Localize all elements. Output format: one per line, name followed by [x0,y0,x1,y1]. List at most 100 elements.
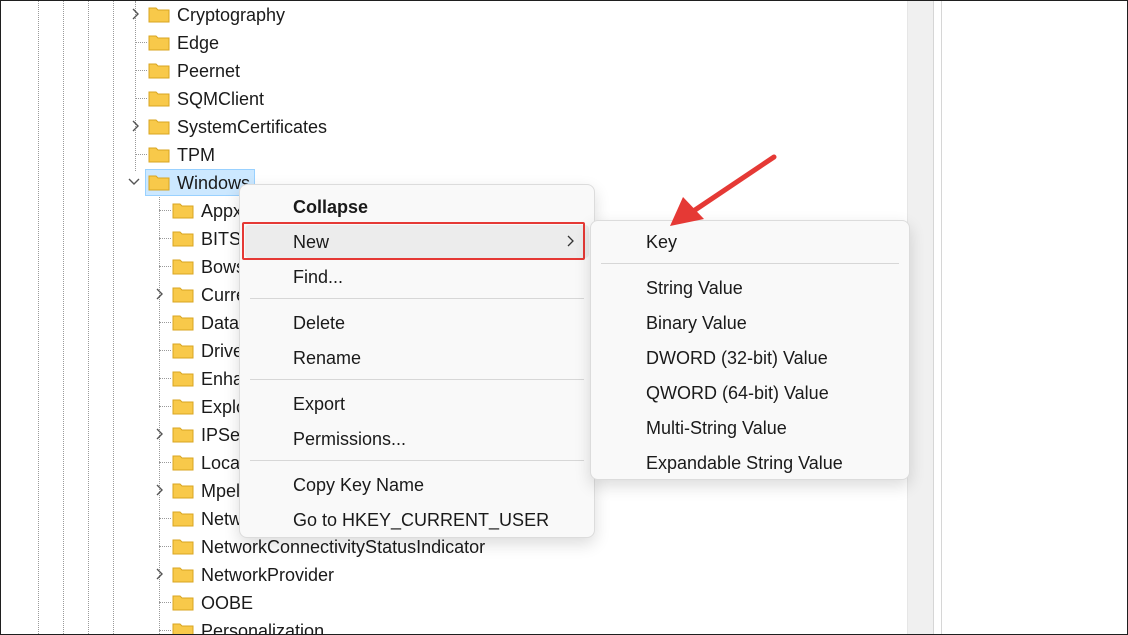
chevron-right-icon[interactable] [129,8,141,20]
tree-connector [135,42,147,43]
menu-separator [250,379,584,380]
menu-item-label: Find... [293,267,344,287]
menu-separator [250,298,584,299]
annotation-highlight-box [242,222,585,260]
menu-item-label: Multi-String Value [646,418,787,438]
menu-separator [601,263,899,264]
tree-node-label: SystemCertificates [177,117,328,137]
new-key-menu-item[interactable]: Key [596,225,904,258]
tree-guide-line [38,1,39,634]
menu-item-label: Binary Value [646,313,747,333]
pane-splitter[interactable] [933,1,942,634]
chevron-right-icon[interactable] [153,568,165,580]
menu-item-label: Copy Key Name [293,475,425,495]
folder-icon [172,594,194,611]
tree-connector [159,322,171,323]
folder-icon [148,146,170,163]
tree-guide-line [63,1,64,634]
tree-guide-line [135,1,136,171]
export-menu-item[interactable]: Export [245,387,589,420]
folder-icon [172,482,194,499]
collapse-menu-item[interactable]: Collapse [245,190,589,223]
folder-icon [172,454,194,471]
tree-connector [159,602,171,603]
menu-item-label: Key [646,232,678,252]
delete-menu-item[interactable]: Delete [245,306,589,339]
new-dword-value-menu-item[interactable]: DWORD (32-bit) Value [596,341,904,374]
tree-node-label: BITS [201,229,242,249]
folder-icon [172,538,194,555]
folder-icon [148,6,170,23]
tree-node-label: Enha [201,369,244,389]
menu-item-label: QWORD (64-bit) Value [646,383,829,403]
folder-icon [172,566,194,583]
tree-connector [135,154,147,155]
tree-guide-line [113,1,114,634]
vertical-scrollbar[interactable] [907,1,934,634]
tree-connector [159,350,171,351]
tree-connector [159,378,171,379]
folder-icon [172,286,194,303]
new-string-value-menu-item[interactable]: String Value [596,271,904,304]
folder-icon [148,62,170,79]
chevron-right-icon[interactable] [129,120,141,132]
tree-node-label: NetworkConnectivityStatusIndicator [201,537,486,557]
tree-connector [159,462,171,463]
menu-item-label: String Value [646,278,743,298]
folder-icon [148,90,170,107]
tree-node-label: NetworkProvider [201,565,335,585]
menu-item-label: Collapse [293,197,369,217]
tree-node-label: Netw [201,509,243,529]
tree-node-label: Appx [201,201,243,221]
tree-node-label: Data [201,313,240,333]
new-binary-value-menu-item[interactable]: Binary Value [596,306,904,339]
find-menu-item[interactable]: Find... [245,260,589,293]
menu-item-label: DWORD (32-bit) Value [646,348,828,368]
tree-node-label: Drive [201,341,244,361]
folder-icon [172,510,194,527]
tree-node-label: Mpel [201,481,241,501]
tree-node-label: SQMClient [177,89,265,109]
tree-connector [159,406,171,407]
values-pane [942,1,1127,634]
new-multi-string-value-menu-item[interactable]: Multi-String Value [596,411,904,444]
menu-item-label: Delete [293,313,346,333]
menu-item-label: Expandable String Value [646,453,843,473]
folder-icon [172,370,194,387]
menu-item-label: Go to HKEY_CURRENT_USER [293,510,550,530]
tree-node-label: OOBE [201,593,254,613]
tree-node-label: Personalization [201,621,325,634]
copy-key-name-menu-item[interactable]: Copy Key Name [245,468,589,501]
tree-node-label: Edge [177,33,220,53]
tree-connector [135,70,147,71]
new-submenu: Key String Value Binary Value DWORD (32-… [590,220,910,480]
folder-icon [172,230,194,247]
menu-item-label: Export [293,394,346,414]
menu-item-label: Permissions... [293,429,407,449]
menu-separator [250,460,584,461]
rename-menu-item[interactable]: Rename [245,341,589,374]
menu-item-label: Rename [293,348,362,368]
folder-icon [172,258,194,275]
permissions-menu-item[interactable]: Permissions... [245,422,589,455]
folder-icon [172,314,194,331]
new-qword-value-menu-item[interactable]: QWORD (64-bit) Value [596,376,904,409]
tree-connector [159,518,171,519]
go-to-hkcu-menu-item[interactable]: Go to HKEY_CURRENT_USER [245,503,589,536]
folder-icon [172,342,194,359]
new-expandable-string-value-menu-item[interactable]: Expandable String Value [596,446,904,479]
tree-node-label: Cryptography [177,5,286,25]
folder-icon [148,174,170,191]
folder-icon [172,426,194,443]
chevron-right-icon[interactable] [153,428,165,440]
registry-editor-window: Cryptography Edge Peernet SQMClient Syst… [0,0,1128,635]
folder-icon [172,202,194,219]
tree-connector [159,630,171,631]
folder-icon [172,398,194,415]
folder-icon [148,118,170,135]
chevron-right-icon[interactable] [153,484,165,496]
chevron-right-icon[interactable] [153,288,165,300]
tree-connector [135,98,147,99]
tree-connector [159,266,171,267]
chevron-down-icon[interactable] [128,176,140,188]
